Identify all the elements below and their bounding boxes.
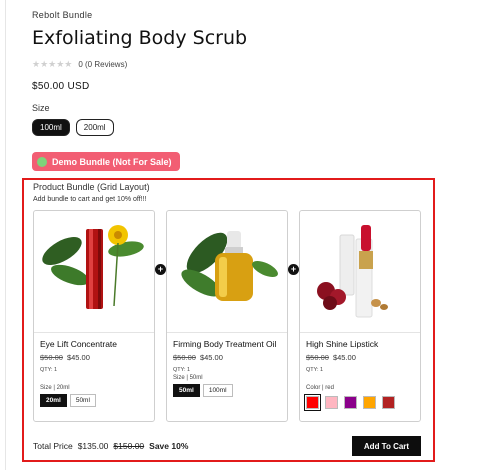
bundle-item-qty: QTY: 1 <box>40 367 58 373</box>
color-swatch-pink[interactable] <box>325 396 338 409</box>
plus-icon: + <box>288 264 299 275</box>
rating-count: 0 (0 Reviews) <box>78 60 128 69</box>
status-dot-icon <box>37 156 47 167</box>
product-title: Exfoliating Body Scrub <box>32 27 248 49</box>
bundle-item-option-label: Size | 50ml <box>173 375 203 381</box>
add-to-cart-button[interactable]: Add To Cart <box>352 436 421 456</box>
bundle-item-option-value: 50ml <box>189 375 203 381</box>
color-swatch-orange[interactable] <box>363 396 376 409</box>
bundle-item-name: Firming Body Treatment Oil <box>173 339 277 349</box>
total-old-price: $150.00 <box>113 441 145 451</box>
product-image-body-oil <box>167 211 287 333</box>
product-rating[interactable]: ★★★★★ 0 (0 Reviews) <box>32 59 127 70</box>
option-50ml[interactable]: 50ml <box>69 394 96 407</box>
bundle-item-option-label: Color | red <box>306 385 334 391</box>
option-20ml[interactable]: 20ml <box>40 394 67 407</box>
color-swatches <box>304 394 414 411</box>
bundle-item-name: High Shine Lipstick <box>306 339 379 349</box>
bundle-item-qty: QTY: 1 <box>173 367 191 373</box>
size-option-200ml[interactable]: 200ml <box>75 119 114 136</box>
rating-stars-icon: ★★★★★ <box>32 59 73 69</box>
bundle-item-card[interactable]: Firming Body Treatment Oil $50.00 $45.00… <box>166 210 288 422</box>
plus-icon: + <box>155 264 166 275</box>
product-image-lipstick <box>300 211 420 333</box>
bundle-total: Total Price $135.00 $150.00 Save 10% Add… <box>33 436 421 456</box>
color-swatch-purple[interactable] <box>344 396 357 409</box>
bundle-item-price: $45.00 <box>332 353 356 362</box>
left-panel-edge <box>0 0 6 470</box>
bundle-item-option-label: Size | 20ml <box>40 385 70 391</box>
demo-bundle-badge: Demo Bundle (Not For Sale) <box>32 152 180 171</box>
bundle-cards: Eye Lift Concentrate $50.00 $45.00 QTY: … <box>33 210 421 422</box>
demo-badge-label: Demo Bundle (Not For Sale) <box>52 156 172 167</box>
save-badge: Save 10% <box>149 441 189 451</box>
bundle-item-old-price: $50.00 <box>40 353 63 362</box>
bundle-item-qty: QTY: 1 <box>306 367 324 373</box>
color-swatch-red[interactable] <box>304 394 321 411</box>
bundle-item-card[interactable]: High Shine Lipstick $50.00 $45.00 QTY: 1… <box>299 210 421 422</box>
bundle-item-price: $45.00 <box>66 353 90 362</box>
bundle-item-price: $45.00 <box>199 353 223 362</box>
bundle-item-card[interactable]: Eye Lift Concentrate $50.00 $45.00 QTY: … <box>33 210 155 422</box>
bundle-subtitle: Add bundle to cart and get 10% off!!! <box>33 196 147 203</box>
product-vendor: Rebolt Bundle <box>32 10 93 20</box>
total-price: $135.00 <box>77 441 109 451</box>
product-price: $50.00 USD <box>32 81 90 92</box>
bundle-item-old-price: $50.00 <box>173 353 196 362</box>
bundle-item-option-name: Size <box>40 385 52 391</box>
option-100ml[interactable]: 100ml <box>202 384 233 397</box>
size-label: Size <box>32 103 50 113</box>
option-50ml[interactable]: 50ml <box>173 384 200 397</box>
bundle-item-option-value: 20ml <box>56 385 70 391</box>
bundle-item-option-value: red <box>325 385 334 391</box>
total-label: Total Price <box>33 441 73 451</box>
bundle-item-old-price: $50.00 <box>306 353 329 362</box>
size-selector: 100ml 200ml <box>32 119 114 136</box>
color-swatch-brick[interactable] <box>382 396 395 409</box>
bundle-title: Product Bundle (Grid Layout) <box>33 182 150 192</box>
bundle-item-option-name: Size <box>173 375 185 381</box>
product-image-eye-lift <box>34 211 154 333</box>
bundle-item-name: Eye Lift Concentrate <box>40 339 118 349</box>
product-bundle-panel: Product Bundle (Grid Layout) Add bundle … <box>22 178 435 462</box>
size-option-100ml[interactable]: 100ml <box>32 119 70 136</box>
bundle-item-option-name: Color <box>306 385 321 391</box>
